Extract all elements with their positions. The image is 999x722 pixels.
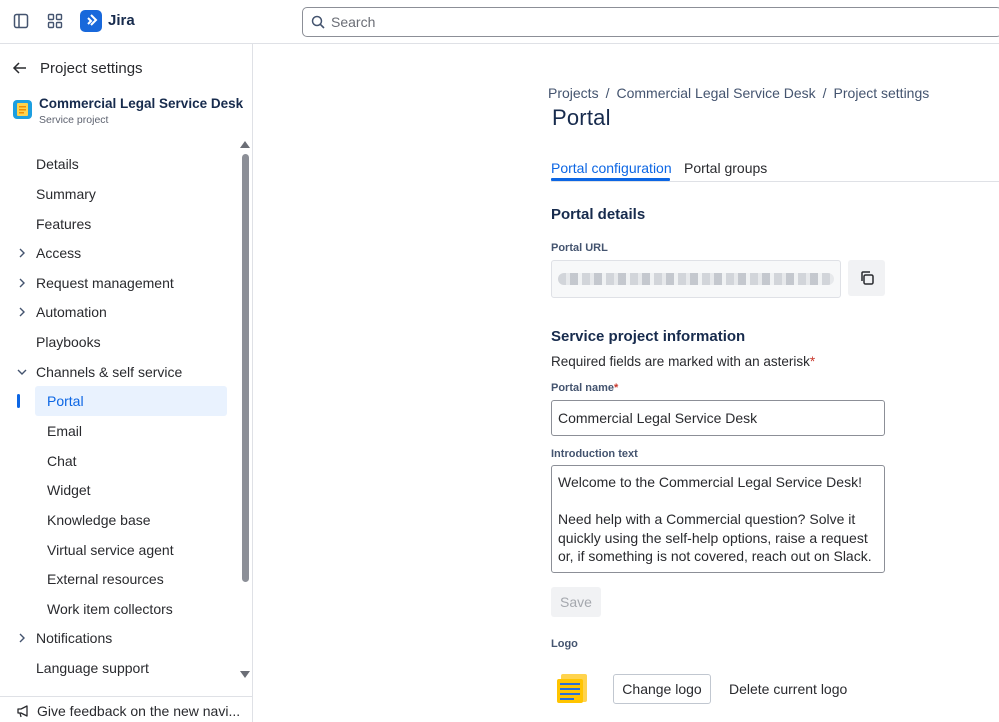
sidebar-item-external-resources[interactable]: External resources bbox=[0, 564, 240, 594]
chevron-right-icon[interactable] bbox=[16, 247, 28, 259]
top-navigation-bar: Jira bbox=[0, 0, 999, 44]
sidebar-item-playbooks[interactable]: Playbooks bbox=[0, 327, 240, 357]
project-type: Service project bbox=[39, 114, 109, 126]
feedback-label: Give feedback on the new navi... bbox=[37, 703, 241, 719]
app-name[interactable]: Jira bbox=[108, 12, 135, 29]
sidebar-item-label: Notifications bbox=[36, 630, 113, 646]
tab-list: Portal configuration Portal groups bbox=[551, 156, 999, 182]
sidebar-item-label: Widget bbox=[47, 482, 91, 498]
change-logo-button[interactable]: Change logo bbox=[613, 674, 711, 704]
intro-text-textarea[interactable]: Welcome to the Commercial Legal Service … bbox=[551, 465, 885, 573]
required-fields-note: Required fields are marked with an aster… bbox=[551, 354, 816, 369]
sidebar-item-label: External resources bbox=[47, 571, 164, 587]
sidebar-item-label: Summary bbox=[36, 186, 96, 202]
sidebar-item-widget[interactable]: Widget bbox=[0, 475, 240, 505]
portal-details-heading: Portal details bbox=[551, 206, 646, 223]
sidebar-item-request-management[interactable]: Request management bbox=[0, 268, 240, 298]
sidebar-item-label: Portal bbox=[47, 393, 84, 409]
sidebar-item-portal[interactable]: Portal bbox=[35, 386, 227, 416]
page-title: Portal bbox=[552, 105, 611, 130]
sidebar-item-label: Email bbox=[47, 423, 83, 439]
portal-name-input[interactable] bbox=[551, 400, 885, 436]
sidebar-item-knowledge-base[interactable]: Knowledge base bbox=[0, 505, 240, 535]
sidebar-item-label: Knowledge base bbox=[47, 512, 151, 528]
active-indicator bbox=[17, 394, 20, 408]
main-content: Projects / Commercial Legal Service Desk / P… bbox=[254, 44, 999, 722]
active-tab-indicator bbox=[551, 178, 670, 181]
portal-logo-image bbox=[555, 670, 593, 706]
sidebar-item-label: Chat bbox=[47, 453, 77, 469]
app-switcher-icon[interactable] bbox=[46, 12, 64, 30]
sidebar-toggle-icon[interactable] bbox=[12, 12, 30, 30]
megaphone-icon bbox=[17, 705, 28, 718]
copy-icon bbox=[860, 271, 874, 285]
chevron-right-icon[interactable] bbox=[16, 277, 28, 289]
scroll-up-arrow[interactable] bbox=[240, 141, 250, 148]
sidebar-item-label: Work item collectors bbox=[47, 601, 173, 617]
breadcrumb-project[interactable]: Commercial Legal Service Desk bbox=[616, 85, 815, 101]
sidebar-item-features[interactable]: Features bbox=[0, 209, 240, 239]
sidebar-item-virtual-service-agent[interactable]: Virtual service agent bbox=[0, 535, 240, 565]
search-box[interactable] bbox=[302, 7, 999, 37]
tab-portal-configuration[interactable]: Portal configuration bbox=[551, 160, 672, 176]
delete-logo-button[interactable]: Delete current logo bbox=[729, 681, 847, 697]
scroll-down-arrow[interactable] bbox=[240, 671, 250, 678]
sidebar-item-label: Details bbox=[36, 156, 79, 172]
arrow-left-icon bbox=[12, 62, 26, 74]
sidebar-item-email[interactable]: Email bbox=[0, 416, 240, 446]
breadcrumb-project-settings[interactable]: Project settings bbox=[834, 85, 930, 101]
portal-url-field[interactable] bbox=[551, 260, 841, 298]
sidebar-item-label: Access bbox=[36, 245, 82, 261]
sidebar-item-automation[interactable]: Automation bbox=[0, 297, 240, 327]
sidebar-item-work-item-collectors[interactable]: Work item collectors bbox=[0, 594, 240, 624]
sidebar-item-label: Channels & self service bbox=[36, 364, 183, 380]
sidebar: Project settings Commercial Legal Servic… bbox=[0, 44, 253, 722]
portal-name-label: Portal name* bbox=[551, 382, 619, 394]
sidebar-item-label: Automation bbox=[36, 304, 107, 320]
breadcrumb-projects[interactable]: Projects bbox=[548, 85, 599, 101]
sidebar-item-label: Request management bbox=[36, 275, 174, 291]
chevron-right-icon[interactable] bbox=[16, 632, 28, 644]
sidebar-item-label: Features bbox=[36, 216, 92, 232]
save-button[interactable]: Save bbox=[551, 587, 601, 617]
chevron-down-icon[interactable] bbox=[16, 366, 28, 378]
tab-portal-groups[interactable]: Portal groups bbox=[684, 160, 767, 176]
sidebar-item-access[interactable]: Access bbox=[0, 238, 240, 268]
back-to-project-settings[interactable]: Project settings bbox=[12, 58, 143, 78]
logo-label: Logo bbox=[551, 638, 578, 650]
blurred-url bbox=[558, 273, 834, 285]
portal-url-label: Portal URL bbox=[551, 242, 608, 254]
sidebar-item-summary[interactable]: Summary bbox=[0, 179, 240, 209]
breadcrumb: Projects / Commercial Legal Service Desk / P… bbox=[548, 85, 930, 101]
sidebar-item-label: Playbooks bbox=[36, 334, 101, 350]
sidebar-item-chat[interactable]: Chat bbox=[0, 446, 240, 476]
sidebar-item-channels-self-service[interactable]: Channels & self service bbox=[0, 357, 240, 387]
search-input[interactable] bbox=[331, 12, 931, 32]
copy-url-button[interactable] bbox=[848, 260, 885, 296]
sidebar-item-label: Language support bbox=[36, 660, 149, 676]
sidebar-item-notifications[interactable]: Notifications bbox=[0, 623, 240, 653]
chevron-right-icon[interactable] bbox=[16, 306, 28, 318]
search-icon bbox=[311, 15, 325, 29]
project-avatar-icon bbox=[13, 100, 32, 119]
sidebar-item-details[interactable]: Details bbox=[0, 149, 240, 179]
feedback-link[interactable]: Give feedback on the new navi... bbox=[0, 696, 252, 722]
sidebar-item-language-support[interactable]: Language support bbox=[0, 653, 240, 683]
jira-logo-icon[interactable] bbox=[80, 10, 102, 32]
project-name[interactable]: Commercial Legal Service Desk bbox=[39, 96, 243, 111]
sidebar-scrollbar-thumb[interactable] bbox=[242, 154, 249, 582]
back-label: Project settings bbox=[40, 59, 143, 77]
project-info-heading: Service project information bbox=[551, 328, 746, 345]
intro-text-label: Introduction text bbox=[551, 448, 638, 460]
sidebar-item-label: Virtual service agent bbox=[47, 542, 174, 558]
